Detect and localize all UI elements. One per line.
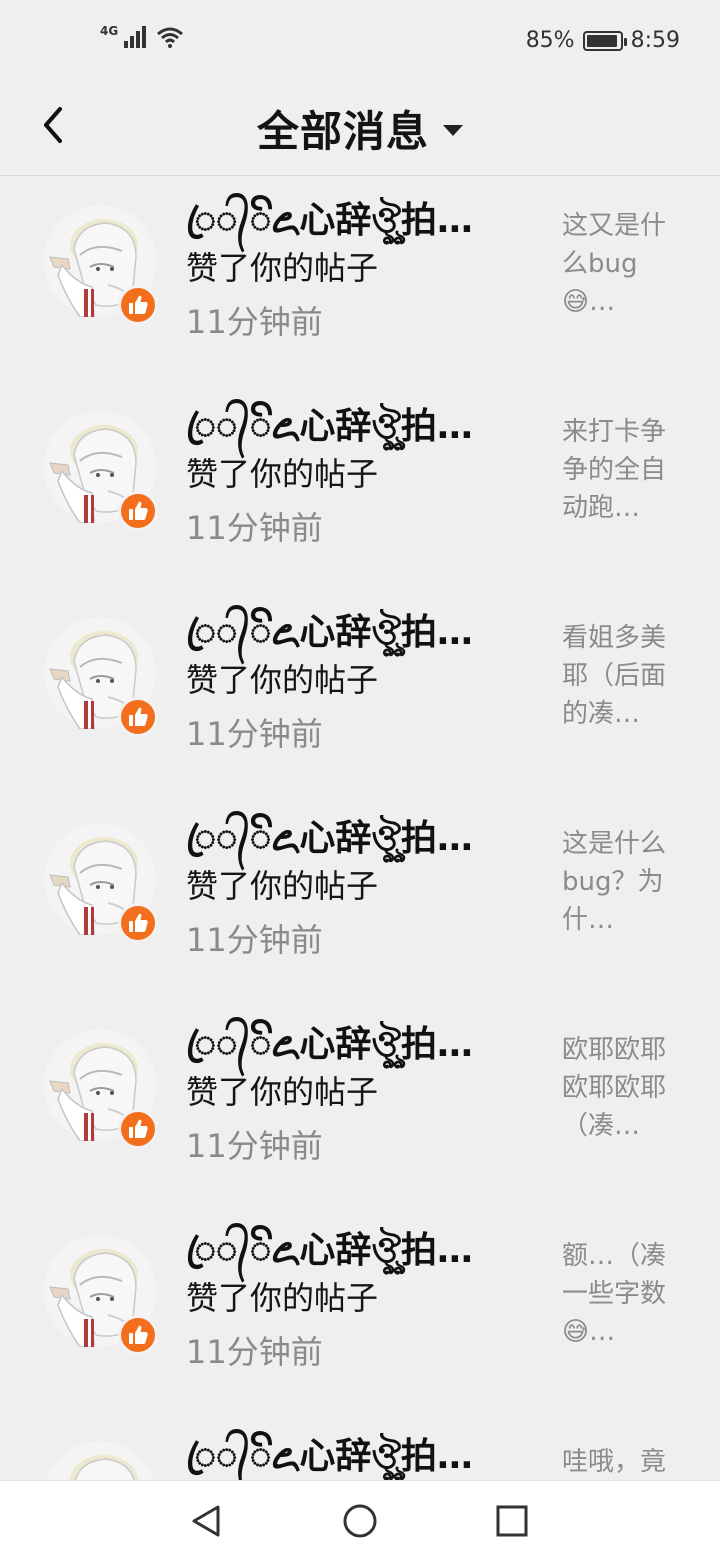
status-left: 4G [100,24,184,52]
thumbs-up-icon [129,1119,148,1138]
list-item[interactable]: ꦿ᭄ꦼ꧖心辞ঔৣ拍… 赞了你的帖子 11分钟前 哇哦，竟 [0,1413,720,1480]
status-right: 85% 8:59 [526,28,680,53]
sender-name: ꦿ᭄ꦼ꧖心辞ঔৣ拍… [186,1436,473,1477]
action-text: 赞了你的帖子 [186,661,379,699]
list-item[interactable]: ꦿ᭄ꦼ꧖心辞ঔৣ拍… 赞了你的帖子 11分钟前 来打卡争争的全自动跑… [0,383,720,589]
header: 全部消息 [0,84,720,176]
action-text: 赞了你的帖子 [186,455,379,493]
thumbs-up-icon [129,295,148,314]
title-dropdown[interactable]: 全部消息 [0,98,720,159]
action-text: 赞了你的帖子 [186,867,379,905]
message-list[interactable]: ꦿ᭄ꦼ꧖心辞ঔৣ拍… 赞了你的帖子 11分钟前 这又是什么bug😅… ꦿ᭄ꦼ꧖心… [0,177,720,1480]
triangle-back-icon [192,1505,220,1537]
battery-icon [582,30,627,51]
circle-home-icon [343,1504,377,1538]
thumbs-up-icon [129,1325,148,1344]
list-item[interactable]: ꦿ᭄ꦼ꧖心辞ঔৣ拍… 赞了你的帖子 11分钟前 欧耶欧耶欧耶欧耶（凑… [0,1001,720,1207]
list-item[interactable]: ꦿ᭄ꦼ꧖心辞ঔৣ拍… 赞了你的帖子 11分钟前 额…（凑一些字数😅… [0,1207,720,1413]
signal-icon [124,26,150,52]
post-preview: 这又是什么bug😅… [562,211,667,317]
post-preview: 额…（凑一些字数😅… [562,1241,667,1347]
like-badge [118,285,158,325]
timestamp: 11分钟前 [186,921,323,959]
status-bar: 4G 85% 8:59 [0,0,720,84]
wifi-icon [156,26,184,52]
clock: 8:59 [630,28,680,53]
post-preview: 哇哦，竟 [562,1447,667,1477]
post-preview: 欧耶欧耶欧耶欧耶（凑… [562,1035,667,1141]
like-badge [118,491,158,531]
like-badge [118,1315,158,1355]
list-item[interactable]: ꦿ᭄ꦼ꧖心辞ঔৣ拍… 赞了你的帖子 11分钟前 看姐多美耶（后面的凑… [0,589,720,795]
action-text: 赞了你的帖子 [186,1073,379,1111]
square-recents-icon [496,1505,528,1537]
timestamp: 11分钟前 [186,1127,323,1165]
avatar[interactable] [44,1441,156,1480]
like-badge [118,1109,158,1149]
battery-percent: 85% [525,28,575,53]
like-badge [118,903,158,943]
action-text: 赞了你的帖子 [186,1279,379,1317]
action-text: 赞了你的帖子 [186,249,379,287]
caret-down-icon [443,125,463,136]
thumbs-up-icon [129,707,148,726]
list-item[interactable]: ꦿ᭄ꦼ꧖心辞ঔৣ拍… 赞了你的帖子 11分钟前 这是什么bug？为什… [0,795,720,1001]
post-preview: 这是什么bug？为什… [562,829,667,935]
post-preview: 看姐多美耶（后面的凑… [562,623,667,729]
timestamp: 11分钟前 [186,715,323,753]
nav-recents-button[interactable] [490,1499,534,1543]
thumbs-up-icon [129,913,148,932]
like-badge [118,697,158,737]
nav-back-button[interactable] [184,1499,228,1543]
list-item[interactable]: ꦿ᭄ꦼ꧖心辞ঔৣ拍… 赞了你的帖子 11分钟前 这又是什么bug😅… [0,177,720,383]
page-title: 全部消息 [256,107,429,156]
network-type-label: 4G [100,24,119,38]
timestamp: 11分钟前 [186,303,323,341]
post-preview: 来打卡争争的全自动跑… [562,417,667,523]
timestamp: 11分钟前 [186,1333,323,1371]
timestamp: 11分钟前 [186,509,323,547]
navigation-bar [0,1480,720,1560]
nav-home-button[interactable] [338,1499,382,1543]
thumbs-up-icon [129,501,148,520]
